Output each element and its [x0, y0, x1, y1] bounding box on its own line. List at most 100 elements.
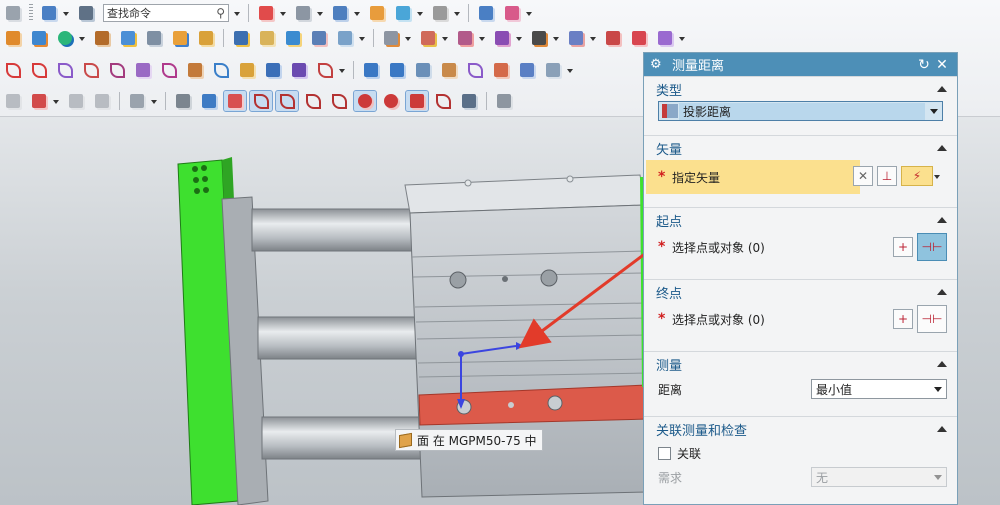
thicken-icon[interactable] [256, 28, 278, 48]
unite-icon[interactable] [169, 28, 191, 48]
box-icon[interactable] [91, 28, 113, 48]
chevron-down-icon[interactable] [930, 380, 946, 398]
collapse-icon[interactable] [937, 426, 947, 432]
select-solid-icon[interactable] [198, 91, 220, 111]
chevron-down-icon[interactable] [233, 3, 241, 23]
select-face-icon[interactable] [91, 91, 113, 111]
command-search-input[interactable]: 查找命令 ⚲ [103, 4, 229, 22]
vector-dialog-button[interactable]: ⊥ [877, 166, 897, 186]
associative-section-header[interactable]: 关联测量和检查 [644, 417, 957, 441]
select-point-button[interactable]: ⊣⊢ [917, 305, 947, 333]
chevron-down-icon[interactable] [453, 3, 461, 23]
dialog-title-bar[interactable]: ⚙ 测量距离 ↻ ✕ [644, 53, 957, 76]
sweep-icon[interactable] [117, 28, 139, 48]
chevron-down-icon[interactable] [441, 28, 449, 48]
enable-snap-point-icon[interactable] [223, 90, 247, 112]
bridge-curve-icon[interactable] [262, 60, 284, 80]
close-icon[interactable]: ✕ [933, 57, 951, 73]
snap-existing-point-icon[interactable] [405, 90, 429, 112]
draft-icon[interactable] [195, 28, 217, 48]
rectangle-select-icon[interactable] [126, 91, 148, 111]
snap-end-point-icon[interactable] [249, 90, 273, 112]
chevron-down-icon[interactable] [478, 28, 486, 48]
styled-sweep-icon[interactable] [464, 60, 486, 80]
split-face-icon[interactable] [308, 28, 330, 48]
start-point-section-header[interactable]: 起点 [644, 208, 957, 232]
collapse-icon[interactable] [937, 145, 947, 151]
snap-point-on-curve-icon[interactable] [432, 91, 454, 111]
helix-icon[interactable] [80, 60, 102, 80]
gear-icon[interactable]: ⚙ [650, 57, 666, 72]
chevron-down-icon[interactable] [78, 28, 86, 48]
chevron-down-icon[interactable] [525, 3, 533, 23]
intersect-curve-icon[interactable] [184, 60, 206, 80]
snap-control-point-icon[interactable] [302, 91, 324, 111]
revolve-icon[interactable] [54, 28, 76, 48]
arc-icon[interactable] [2, 60, 24, 80]
collapse-icon[interactable] [937, 361, 947, 367]
project-curve-icon[interactable] [158, 60, 180, 80]
curve-icon[interactable] [28, 60, 50, 80]
n-sided-surface-icon[interactable] [412, 60, 434, 80]
chevron-down-icon[interactable] [515, 28, 523, 48]
chevron-down-icon[interactable] [316, 3, 324, 23]
vector-section-header[interactable]: 矢量 [644, 136, 957, 160]
settings-gear-icon[interactable] [654, 28, 676, 48]
chevron-down-icon[interactable] [926, 102, 942, 120]
transform-icon[interactable] [501, 3, 523, 23]
chevron-down-icon[interactable] [589, 28, 597, 48]
collapse-icon[interactable] [937, 289, 947, 295]
chevron-down-icon[interactable] [416, 3, 424, 23]
grid-icon[interactable] [493, 91, 515, 111]
end-point-field[interactable]: * 选择点或对象 (0) + ⊣⊢ [644, 304, 957, 334]
point-dialog-button[interactable]: + [893, 309, 913, 329]
snap-point-on-face-icon[interactable] [458, 91, 480, 111]
chevron-down-icon[interactable] [566, 60, 574, 80]
delete-face-icon[interactable] [454, 28, 476, 48]
pattern-face-icon[interactable] [528, 28, 550, 48]
extract-curve-icon[interactable] [236, 60, 258, 80]
studio-surface-icon[interactable] [438, 60, 460, 80]
selection-filter-icon[interactable] [2, 91, 24, 111]
color-icon[interactable] [429, 3, 451, 23]
collapse-icon[interactable] [937, 86, 947, 92]
end-point-section-header[interactable]: 终点 [644, 280, 957, 304]
inferred-vector-dropdown[interactable]: ⚡ [901, 166, 933, 186]
chevron-down-icon[interactable] [358, 28, 366, 48]
model-check-icon[interactable] [602, 28, 624, 48]
add-point-icon[interactable] [28, 91, 50, 111]
feature-icon[interactable] [392, 3, 414, 23]
toolbar-grip[interactable] [29, 4, 33, 22]
spline-icon[interactable] [54, 60, 76, 80]
shell-icon[interactable] [143, 28, 165, 48]
snap-mid-point-icon[interactable] [275, 90, 299, 112]
chevron-down-icon[interactable] [678, 28, 686, 48]
extend-sheet-icon[interactable] [542, 60, 564, 80]
guide-rods[interactable] [251, 208, 423, 460]
specify-vector-field[interactable]: * 指定矢量 [646, 160, 860, 194]
measure-section-header[interactable]: 测量 [644, 352, 957, 376]
surface-blend-icon[interactable] [516, 60, 538, 80]
offset-face-icon[interactable] [230, 28, 252, 48]
chevron-down-icon[interactable] [279, 3, 287, 23]
snap-settings-icon[interactable] [65, 91, 87, 111]
search-icon[interactable]: ⚲ [216, 6, 225, 20]
sync-move-icon[interactable] [380, 28, 402, 48]
swept-surface-icon[interactable] [386, 60, 408, 80]
reverse-direction-button[interactable]: ✕ [853, 166, 873, 186]
associative-checkbox[interactable] [658, 446, 671, 460]
through-curves-icon[interactable] [314, 60, 336, 80]
extrude-icon[interactable] [28, 28, 50, 48]
x-form-icon[interactable] [490, 60, 512, 80]
blend-icon[interactable] [334, 28, 356, 48]
chevron-down-icon[interactable] [552, 28, 560, 48]
type-dropdown[interactable]: 投影距离 [658, 101, 943, 121]
select-point-button[interactable]: ⊣⊢ [917, 233, 947, 261]
snap-quadrant-icon[interactable] [380, 91, 402, 111]
offset-curve-icon[interactable] [132, 60, 154, 80]
select-body-icon[interactable] [172, 91, 194, 111]
snap-arc-center-icon[interactable] [353, 90, 377, 112]
ruler-icon[interactable] [38, 3, 60, 23]
reset-icon[interactable]: ↻ [915, 57, 933, 73]
type-section-header[interactable]: 类型 [644, 77, 957, 101]
